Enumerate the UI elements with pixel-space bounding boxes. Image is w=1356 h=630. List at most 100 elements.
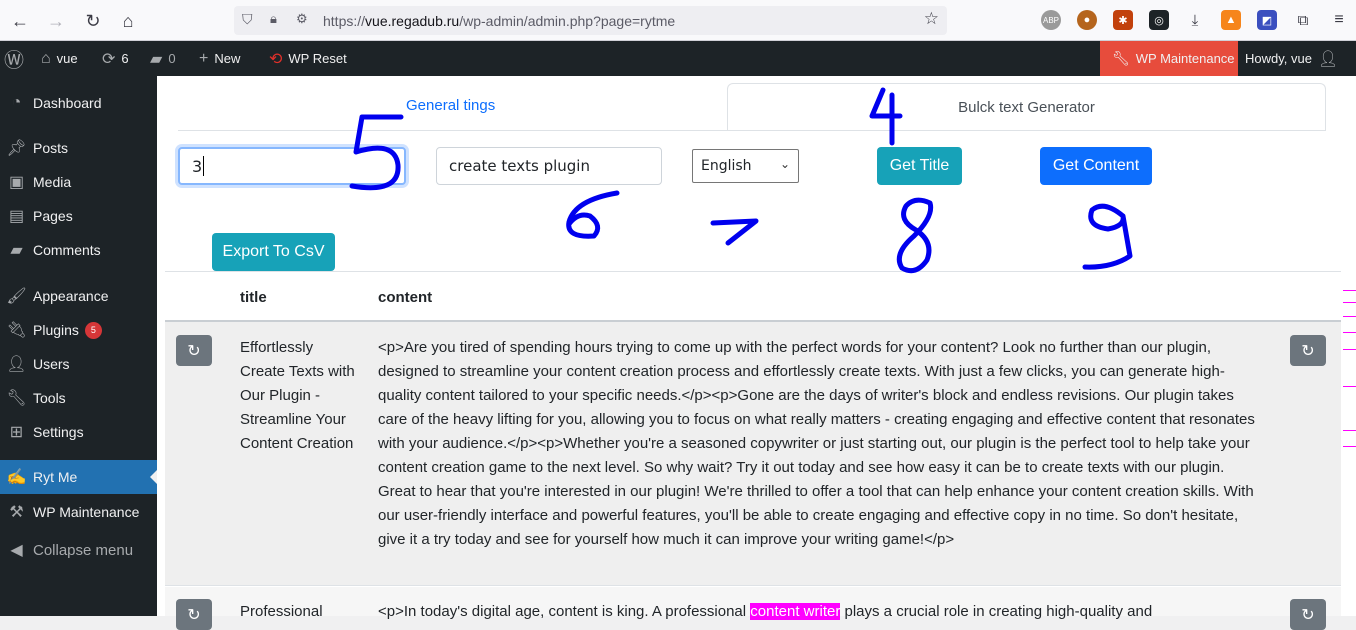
- maintenance-icon: ⚒: [9, 504, 24, 521]
- extension-icon[interactable]: ✱: [1113, 10, 1133, 30]
- media-icon: ▣: [8, 174, 25, 191]
- cookie-extension-icon[interactable]: ●: [1077, 10, 1097, 30]
- sidebar-item-label: Comments: [33, 242, 101, 258]
- hamburger-menu-icon[interactable]: ≡: [1329, 10, 1349, 30]
- site-name-label: vue: [56, 51, 78, 66]
- refresh-icon: ↻: [187, 606, 201, 624]
- highlighted-phrase: content writer: [750, 603, 841, 620]
- sidebar-item-media[interactable]: ▣ Media: [0, 165, 157, 199]
- row-content: <p>In today's digital age, content is ki…: [378, 600, 1262, 624]
- sidebar-item-pages[interactable]: ▤ Pages: [0, 199, 157, 233]
- permissions-icon[interactable]: ⚙: [296, 11, 308, 27]
- collapse-menu-button[interactable]: ◀ Collapse menu: [0, 533, 157, 567]
- chevron-down-icon: ⌄: [779, 157, 790, 171]
- text-caret: [203, 156, 205, 176]
- updates-icon: ⟳: [102, 50, 116, 68]
- account-menu[interactable]: Howdy, vue 👤︎: [1245, 41, 1338, 76]
- scroll-markers: [1343, 276, 1356, 616]
- downloads-icon[interactable]: ⤓: [1185, 10, 1205, 30]
- plus-icon: +: [199, 49, 209, 67]
- sidebar-item-dashboard[interactable]: ◔ Dashboard: [0, 86, 157, 120]
- column-header-content: content: [378, 289, 433, 306]
- url-path: /wp-admin/admin.php?page=rytme: [459, 13, 676, 29]
- admin-sidebar: ◔ Dashboard 📌︎ Posts ▣ Media ▤ Pages ▰ Commen…: [0, 76, 157, 616]
- metamask-icon[interactable]: ▲: [1221, 10, 1241, 30]
- wrench-icon: 🔧︎: [1112, 50, 1130, 66]
- sidebar-item-appearance[interactable]: 🖌︎ Appearance: [0, 279, 157, 313]
- home-icon[interactable]: ⌂: [115, 8, 141, 34]
- bookmark-star-icon[interactable]: ☆: [924, 9, 939, 29]
- keyword-input[interactable]: create texts plugin: [436, 147, 662, 185]
- wp-reset-link[interactable]: ⟲ WP Reset: [269, 41, 347, 76]
- row-content-text: <p>In today's digital age, content is ki…: [378, 603, 751, 620]
- row-content: <p>Are you tired of spending hours tryin…: [378, 339, 1255, 548]
- reload-icon[interactable]: ↻: [80, 8, 106, 34]
- user-icon: 👤︎: [6, 356, 27, 373]
- get-title-button[interactable]: Get Title: [877, 147, 962, 185]
- regenerate-content-button[interactable]: ↻: [1290, 599, 1326, 630]
- refresh-icon: ↻: [1301, 606, 1315, 624]
- back-icon[interactable]: ←: [7, 8, 33, 34]
- row-content-text: plays a crucial role in creating high-qu…: [840, 603, 1153, 620]
- pages-icon: ▤: [8, 208, 25, 225]
- regenerate-title-button[interactable]: ↻: [176, 599, 212, 630]
- wp-admin-bar: Ⓦ ⌂ vue ⟳ 6 ▰ 0 + New ⟲ WP Reset 🔧︎ WP Mainten…: [0, 41, 1356, 76]
- url-scheme: https://: [323, 13, 366, 29]
- forward-icon[interactable]: →: [43, 8, 69, 34]
- comments-count: 0: [168, 51, 176, 66]
- updates-link[interactable]: ⟳ 6: [102, 41, 129, 76]
- sidebar-item-wp-maintenance[interactable]: ⚒ WP Maintenance: [0, 495, 157, 529]
- export-csv-button[interactable]: Export To CsV: [212, 233, 335, 271]
- adblock-icon[interactable]: ABP: [1041, 10, 1061, 30]
- sidebar-item-label: Appearance: [33, 288, 109, 304]
- sidebar-item-ryt-me[interactable]: ✍ Ryt Me: [0, 460, 157, 494]
- privacy-extension-icon[interactable]: ◎: [1149, 10, 1169, 30]
- sidebar-item-label: Settings: [33, 424, 84, 440]
- row-title: Professional: [240, 603, 323, 620]
- sidebar-item-tools[interactable]: 🔧︎ Tools: [0, 381, 157, 415]
- sidebar-item-plugins[interactable]: 🔌︎ Plugins 5: [0, 313, 157, 347]
- sidebar-item-label: Dashboard: [33, 95, 102, 111]
- address-bar[interactable]: ⛉ 🔒︎ ⚙ https://vue.regadub.ru/wp-admin/a…: [234, 6, 947, 35]
- wp-reset-label: WP Reset: [288, 51, 347, 66]
- new-label: New: [214, 51, 241, 66]
- regenerate-title-button[interactable]: ↻: [176, 335, 212, 366]
- comments-link[interactable]: ▰ 0: [150, 41, 176, 76]
- lock-icon[interactable]: 🔒︎: [270, 11, 277, 27]
- wp-logo-icon[interactable]: Ⓦ: [4, 41, 24, 76]
- comment-icon: ▰: [150, 50, 163, 68]
- site-name-link[interactable]: ⌂ vue: [41, 41, 78, 76]
- ryt-me-icon: ✍: [6, 469, 27, 486]
- tracking-shield-icon[interactable]: ⛉: [242, 11, 253, 28]
- sidebar-item-label: Posts: [33, 140, 69, 156]
- url-text: https://vue.regadub.ru/wp-admin/admin.ph…: [323, 13, 675, 29]
- sidebar-item-label: Tools: [33, 390, 66, 406]
- wrench-icon: 🔧︎: [6, 390, 27, 407]
- sidebar-item-settings[interactable]: ⊞ Settings: [0, 415, 157, 449]
- table-top-border: [165, 271, 1341, 272]
- howdy-label: Howdy, vue: [1245, 51, 1312, 66]
- regenerate-content-button[interactable]: ↻: [1290, 335, 1326, 366]
- paintbrush-icon: 🖌︎: [6, 288, 27, 305]
- refresh-icon: ↻: [1301, 342, 1315, 360]
- pin-icon: 📌︎: [6, 140, 27, 157]
- language-selected: English: [701, 158, 752, 174]
- plugin-icon: 🔌︎: [6, 322, 27, 339]
- sidebar-item-users[interactable]: 👤︎ Users: [0, 347, 157, 381]
- row-title: Effortlessly Create Texts with Our Plugi…: [240, 339, 355, 452]
- translate-extension-icon[interactable]: ◩: [1257, 10, 1277, 30]
- sidebar-item-label: Media: [33, 174, 72, 190]
- plugins-update-badge: 5: [84, 321, 102, 339]
- tab-bulk-text-generator[interactable]: Bulck text Generator: [727, 83, 1326, 131]
- tab-general-settings[interactable]: General tings: [406, 97, 495, 114]
- extensions-puzzle-icon[interactable]: ⧉: [1293, 10, 1313, 30]
- refresh-icon: ↻: [187, 342, 201, 360]
- column-header-title: title: [240, 289, 267, 306]
- new-content-link[interactable]: + New: [199, 41, 240, 76]
- count-input[interactable]: 3: [178, 147, 406, 185]
- get-content-button[interactable]: Get Content: [1040, 147, 1152, 185]
- sidebar-item-posts[interactable]: 📌︎ Posts: [0, 131, 157, 165]
- wp-maintenance-link[interactable]: 🔧︎ WP Maintenance: [1100, 41, 1238, 76]
- sidebar-item-comments[interactable]: ▰ Comments: [0, 233, 157, 267]
- language-select[interactable]: English ⌄: [692, 149, 799, 183]
